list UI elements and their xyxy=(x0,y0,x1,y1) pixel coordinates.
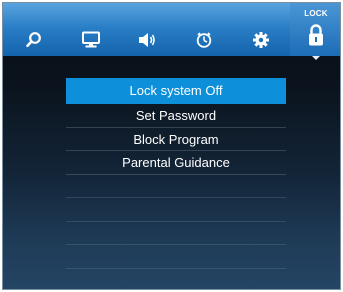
menu-item-lock-system[interactable]: Lock system Off xyxy=(66,78,286,104)
menu-tab-bar: LOCK xyxy=(3,3,340,60)
search-icon xyxy=(26,32,41,48)
monitor-icon xyxy=(82,31,100,48)
tab-search[interactable] xyxy=(8,3,60,56)
empty-row xyxy=(66,245,286,269)
empty-row xyxy=(66,198,286,222)
clock-icon xyxy=(196,32,212,48)
menu-item-block-program[interactable]: Block Program xyxy=(66,128,286,151)
speaker-icon xyxy=(139,33,155,47)
tab-lock[interactable]: LOCK xyxy=(290,3,340,60)
gear-icon xyxy=(253,32,269,48)
tab-setup[interactable] xyxy=(235,3,287,56)
lock-settings-panel: LOCK Lock system Off Set Password Block … xyxy=(2,2,341,290)
lock-icon xyxy=(309,24,323,46)
menu-item-set-password[interactable]: Set Password xyxy=(66,104,286,128)
empty-row xyxy=(66,222,286,245)
menu-item-parental-guidance[interactable]: Parental Guidance xyxy=(66,151,286,175)
lock-menu-list: Lock system Off Set Password Block Progr… xyxy=(66,78,286,269)
active-tab-indicator xyxy=(312,56,320,60)
tab-sound[interactable] xyxy=(121,3,173,56)
empty-row xyxy=(66,175,286,198)
tab-picture[interactable] xyxy=(65,3,117,56)
tab-time[interactable] xyxy=(178,3,230,56)
tab-lock-label: LOCK xyxy=(304,9,328,18)
